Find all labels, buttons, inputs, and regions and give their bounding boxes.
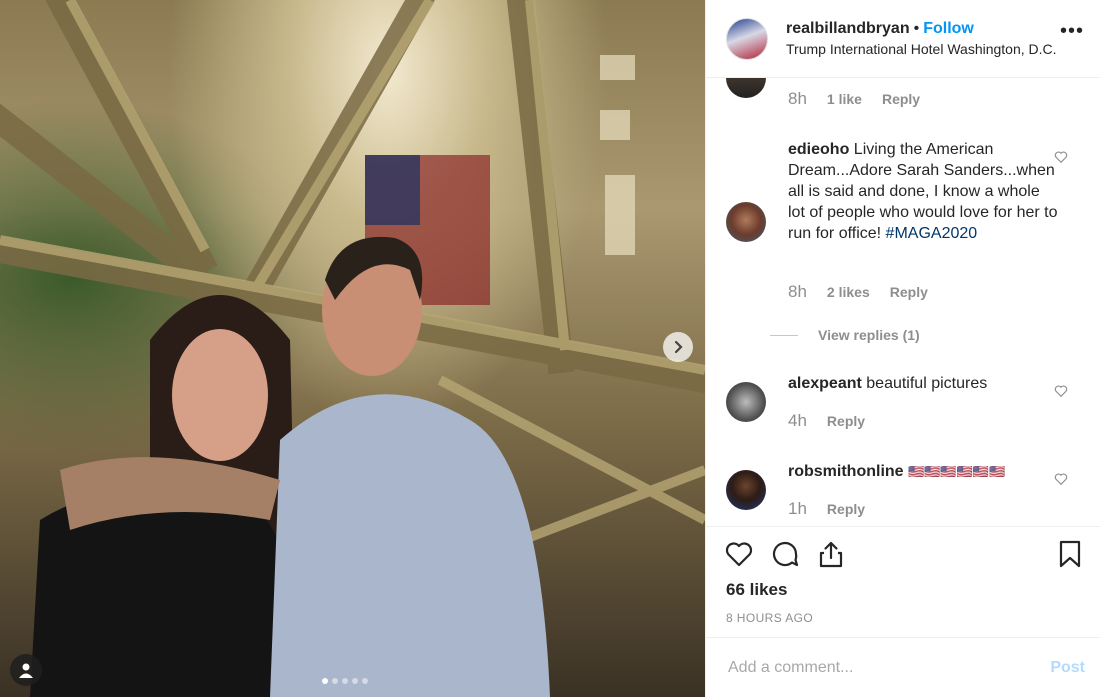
- carousel-dot: [342, 678, 348, 684]
- like-comment-heart-icon[interactable]: [1054, 384, 1068, 398]
- person-icon: [19, 663, 33, 678]
- reply-button[interactable]: Reply: [882, 91, 920, 107]
- author-avatar[interactable]: [726, 17, 768, 60]
- post-comment-button[interactable]: Post: [1050, 659, 1085, 677]
- share-icon[interactable]: [816, 539, 846, 569]
- commenter-avatar[interactable]: [726, 202, 766, 242]
- commenter-avatar[interactable]: [726, 382, 766, 422]
- post-side-panel: realbillandbryan • Follow Trump Internatio…: [705, 0, 1100, 697]
- photo-scene: [0, 0, 705, 697]
- next-slide-button[interactable]: [663, 332, 693, 362]
- comment-body: 🇺🇸🇺🇸🇺🇸🇺🇸🇺🇸🇺🇸: [908, 464, 1006, 479]
- reply-button[interactable]: Reply: [890, 284, 928, 300]
- author-username[interactable]: realbillandbryan: [786, 20, 910, 37]
- comment-meta: 1h Reply: [788, 499, 865, 519]
- commenter-avatar[interactable]: [726, 470, 766, 510]
- comment-text: robsmithonline 🇺🇸🇺🇸🇺🇸🇺🇸🇺🇸🇺🇸: [788, 461, 1058, 482]
- carousel-dot-active: [322, 678, 328, 684]
- comment-meta: 8h 2 likes Reply: [788, 282, 928, 302]
- comment-body: beautiful pictures: [866, 375, 988, 392]
- commenter-username[interactable]: robsmithonline: [788, 463, 904, 480]
- comment-time[interactable]: 8h: [788, 282, 807, 302]
- comment-input[interactable]: [726, 657, 1051, 678]
- carousel-dot: [362, 678, 368, 684]
- comment-text: edieoho Living the American Dream...Ador…: [788, 139, 1058, 244]
- comment-likes[interactable]: 2 likes: [827, 284, 870, 300]
- reply-button[interactable]: Reply: [827, 501, 865, 517]
- carousel-dot: [352, 678, 358, 684]
- comment-time[interactable]: 8h: [788, 89, 807, 109]
- post-header: realbillandbryan • Follow Trump Internatio…: [706, 0, 1100, 78]
- comments-list[interactable]: 8h 1 like Reply edieoho Living the Ameri…: [706, 78, 1100, 526]
- more-options-icon[interactable]: •••: [1060, 20, 1084, 43]
- follow-button[interactable]: Follow: [923, 20, 974, 37]
- post-actions: 66 likes 8 HOURS AGO: [706, 526, 1100, 636]
- author-info: realbillandbryan • Follow Trump Internatio…: [786, 20, 1060, 57]
- post-location[interactable]: Trump International Hotel Washington, D.…: [786, 41, 1060, 57]
- like-comment-heart-icon[interactable]: [1054, 150, 1068, 164]
- likes-count[interactable]: 66 likes: [726, 580, 787, 600]
- bookmark-icon[interactable]: [1055, 539, 1085, 569]
- comment-text: alexpeant beautiful pictures: [788, 373, 1058, 394]
- post-photo[interactable]: [0, 0, 705, 697]
- comment-meta: 8h 1 like Reply: [788, 89, 920, 109]
- like-heart-icon[interactable]: [724, 539, 754, 569]
- comment-meta: 4h Reply: [788, 411, 865, 431]
- commenter-avatar[interactable]: [726, 78, 766, 98]
- chevron-right-icon: [674, 340, 683, 354]
- comment-time[interactable]: 4h: [788, 411, 807, 431]
- comment-bubble-icon[interactable]: [770, 539, 800, 569]
- action-icons: [724, 539, 1085, 571]
- comment-time[interactable]: 1h: [788, 499, 807, 519]
- like-comment-heart-icon[interactable]: [1054, 472, 1068, 486]
- comment-likes[interactable]: 1 like: [827, 91, 862, 107]
- commenter-username[interactable]: edieoho: [788, 141, 849, 158]
- commenter-username[interactable]: alexpeant: [788, 375, 862, 392]
- separator-dot: •: [913, 20, 920, 37]
- post-date[interactable]: 8 HOURS AGO: [726, 611, 813, 625]
- tagged-users-button[interactable]: [10, 654, 42, 686]
- reply-button[interactable]: Reply: [827, 413, 865, 429]
- view-replies-label[interactable]: View replies (1): [818, 327, 920, 343]
- view-replies-button[interactable]: View replies (1): [726, 327, 920, 343]
- carousel-dot: [332, 678, 338, 684]
- add-comment-bar: Post: [706, 637, 1100, 697]
- hashtag-link[interactable]: #MAGA2020: [886, 225, 978, 242]
- replies-line: [770, 334, 798, 336]
- carousel-indicator: [322, 678, 368, 684]
